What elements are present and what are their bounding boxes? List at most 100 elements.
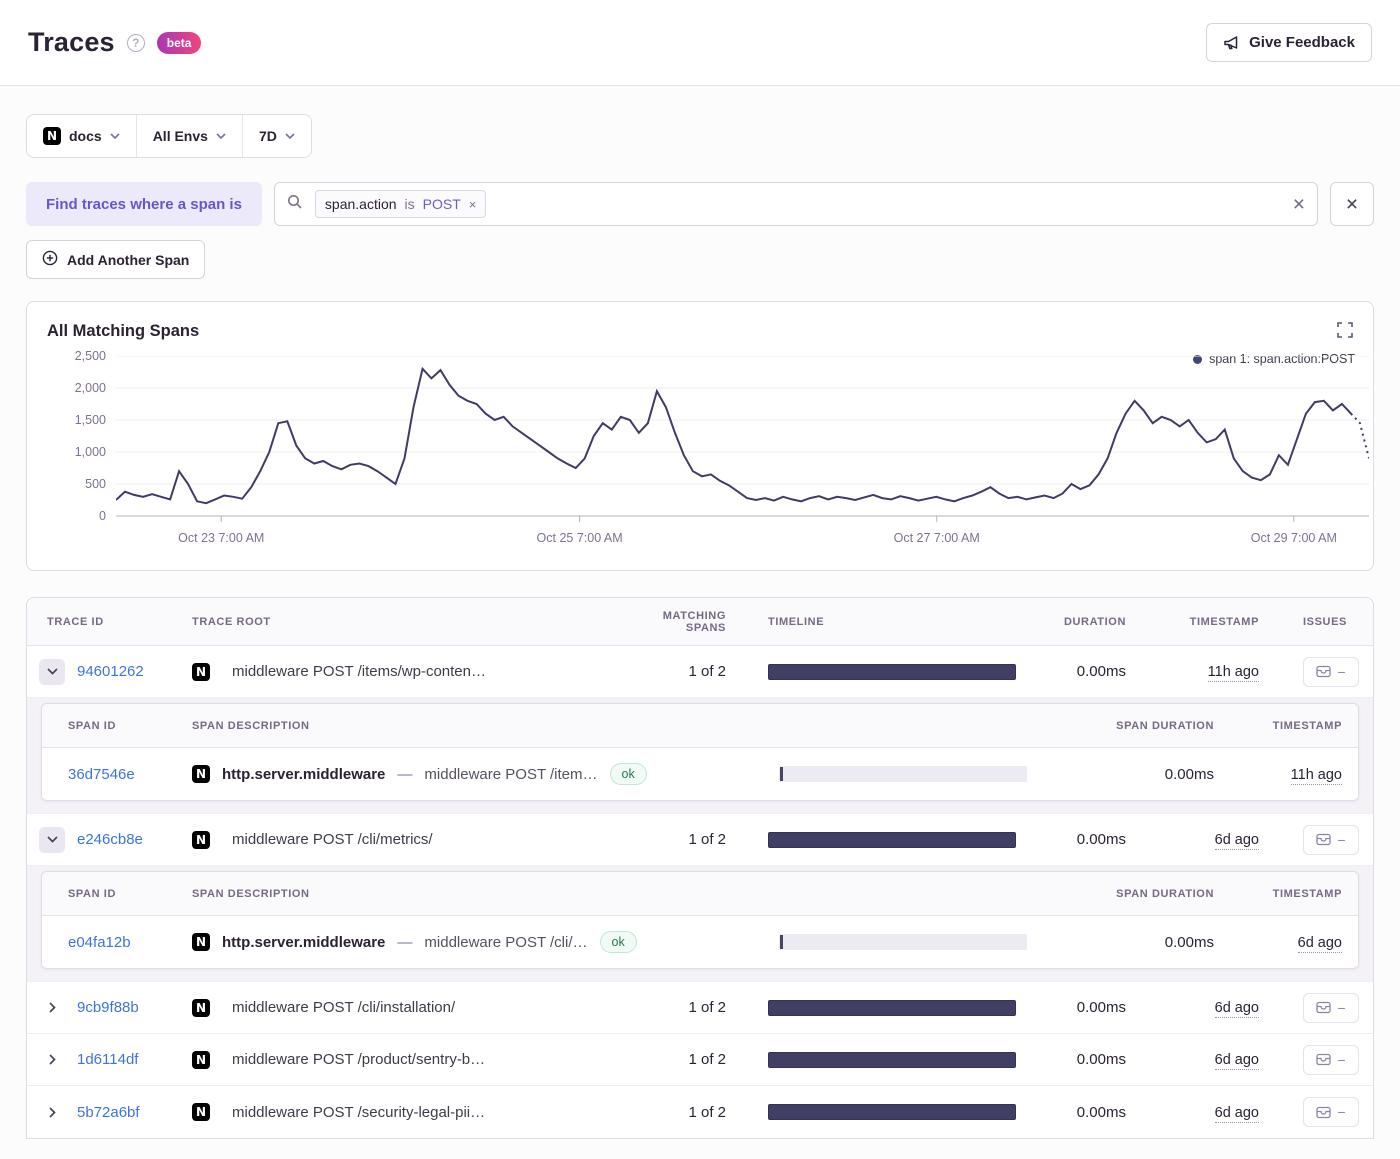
token-key: span.action (325, 196, 397, 212)
add-another-span-button[interactable]: Add Another Span (26, 240, 205, 279)
environment-filter-label: All Envs (153, 128, 208, 144)
matching-spans-chart-panel: All Matching Spans span 1: span.action:P… (26, 301, 1374, 571)
give-feedback-label: Give Feedback (1249, 34, 1355, 51)
y-axis-tick-label: 500 (85, 477, 106, 491)
x-axis-tick-label: Oct 29 7:00 AM (1251, 531, 1337, 545)
issues-cell[interactable]: − (1303, 657, 1359, 687)
expand-row-icon[interactable] (39, 1099, 65, 1125)
table-row[interactable]: 1d6114df N middleware POST /product/sent… (27, 1034, 1373, 1086)
x-axis-tick-label: Oct 25 7:00 AM (537, 531, 623, 545)
project-filter-label: docs (69, 128, 102, 144)
nextjs-project-icon: N (192, 1103, 210, 1121)
span-search-input[interactable]: span.action is POST × × (274, 182, 1318, 226)
chart-title: All Matching Spans (47, 322, 199, 341)
table-row[interactable]: 5b72a6bf N middleware POST /security-leg… (27, 1086, 1373, 1138)
span-status-badge: ok (600, 931, 637, 953)
collapse-row-icon[interactable] (39, 659, 65, 685)
trace-root-label: middleware POST /cli/installation/ (232, 999, 455, 1016)
span-row[interactable]: 36d7546e N http.server.middleware — midd… (42, 748, 1358, 800)
no-issues-dash: − (1337, 1104, 1345, 1120)
col-trace-id: TRACE ID (27, 616, 192, 628)
timestamp-cell: 11h ago (1208, 664, 1259, 682)
span-id-link[interactable]: e04fa12b (68, 934, 131, 951)
traces-table: TRACE ID TRACE ROOT MATCHING SPANS TIMEL… (26, 597, 1374, 1139)
trace-id-link[interactable]: 9cb9f88b (77, 999, 139, 1016)
collapse-row-icon[interactable] (39, 827, 65, 853)
span-timestamp-cell: 6d ago (1298, 935, 1342, 953)
no-issues-dash: − (1337, 1000, 1345, 1016)
issues-box-icon (1316, 1053, 1331, 1066)
y-axis-tick-label: 2,500 (75, 349, 106, 363)
help-icon[interactable]: ? (127, 34, 145, 52)
span-timeline-bar[interactable] (779, 766, 1027, 782)
find-traces-label: Find traces where a span is (26, 182, 262, 226)
nextjs-project-icon: N (192, 765, 210, 783)
col-span-id: SPAN ID (42, 888, 192, 900)
table-row[interactable]: 9cb9f88b N middleware POST /cli/installa… (27, 982, 1373, 1034)
clear-search-icon[interactable]: × (1293, 194, 1305, 215)
give-feedback-button[interactable]: Give Feedback (1206, 23, 1372, 62)
remove-span-condition-button[interactable]: × (1330, 182, 1374, 226)
no-issues-dash: − (1337, 1052, 1345, 1068)
trace-id-link[interactable]: 1d6114df (77, 1051, 138, 1068)
issues-cell[interactable]: − (1303, 1097, 1359, 1127)
trace-timeline-bar[interactable] (768, 664, 1016, 680)
col-span-id: SPAN ID (42, 720, 192, 732)
y-axis-tick-label: 1,500 (75, 413, 106, 427)
fullscreen-icon[interactable] (1337, 322, 1353, 341)
span-op-label: http.server.middleware (222, 934, 385, 951)
trace-timeline-bar[interactable] (768, 832, 1016, 848)
page-title: Traces (28, 27, 115, 58)
expand-row-icon[interactable] (39, 1047, 65, 1073)
span-query-row: Find traces where a span is span.action … (26, 182, 1374, 226)
expanded-span-section: SPAN ID SPAN DESCRIPTION SPAN DURATION T… (27, 698, 1373, 814)
issues-box-icon (1316, 1106, 1331, 1119)
trace-root-label: middleware POST /product/sentry-b… (232, 1051, 485, 1068)
add-another-span-label: Add Another Span (67, 252, 189, 268)
nextjs-project-icon: N (192, 663, 210, 681)
search-token[interactable]: span.action is POST × (315, 190, 486, 218)
span-duration-cell: 0.00ms (1017, 934, 1238, 951)
trace-root-label: middleware POST /security-legal-pii… (232, 1104, 485, 1121)
chevron-down-icon (216, 133, 226, 139)
date-range-filter[interactable]: 7D (242, 115, 311, 157)
issues-cell[interactable]: − (1303, 1045, 1359, 1075)
trace-id-link[interactable]: 5b72a6bf (77, 1104, 140, 1121)
span-id-link[interactable]: 36d7546e (68, 766, 135, 783)
span-duration-cell: 0.00ms (1017, 766, 1238, 783)
duration-cell: 0.00ms (1016, 1051, 1126, 1068)
project-filter[interactable]: N docs (27, 115, 136, 157)
trace-root-label: middleware POST /cli/metrics/ (232, 831, 433, 848)
plus-circle-icon (42, 250, 58, 269)
beta-badge: beta (157, 32, 202, 54)
table-row[interactable]: e246cb8e N middleware POST /cli/metrics/… (27, 814, 1373, 866)
trace-timeline-bar[interactable] (768, 1052, 1016, 1068)
issues-cell[interactable]: − (1303, 825, 1359, 855)
trace-id-link[interactable]: e246cb8e (77, 831, 143, 848)
col-trace-root: TRACE ROOT (192, 616, 636, 628)
duration-cell: 0.00ms (1016, 1104, 1126, 1121)
matching-spans-cell: 1 of 2 (636, 1104, 756, 1121)
x-axis-tick-label: Oct 27 7:00 AM (894, 531, 980, 545)
token-remove-icon[interactable]: × (469, 197, 477, 212)
token-operator: is (405, 196, 415, 212)
top-bar: Traces ? beta Give Feedback (0, 0, 1400, 86)
trace-timeline-bar[interactable] (768, 1104, 1016, 1120)
table-row[interactable]: 94601262 N middleware POST /items/wp-con… (27, 646, 1373, 698)
issues-cell[interactable]: − (1303, 993, 1359, 1023)
spans-line-chart (116, 356, 1369, 522)
span-timeline-bar[interactable] (779, 934, 1027, 950)
megaphone-icon (1223, 35, 1240, 51)
chevron-down-icon (110, 133, 120, 139)
trace-timeline-bar[interactable] (768, 1000, 1016, 1016)
chevron-down-icon (285, 133, 295, 139)
table-header-row: TRACE ID TRACE ROOT MATCHING SPANS TIMEL… (27, 598, 1373, 646)
duration-cell: 0.00ms (1016, 999, 1126, 1016)
environment-filter[interactable]: All Envs (136, 115, 242, 157)
span-row[interactable]: e04fa12b N http.server.middleware — midd… (42, 916, 1358, 968)
trace-id-link[interactable]: 94601262 (77, 663, 144, 680)
expand-row-icon[interactable] (39, 995, 65, 1021)
issues-box-icon (1316, 1001, 1331, 1014)
issues-box-icon (1316, 665, 1331, 678)
matching-spans-cell: 1 of 2 (636, 999, 756, 1016)
